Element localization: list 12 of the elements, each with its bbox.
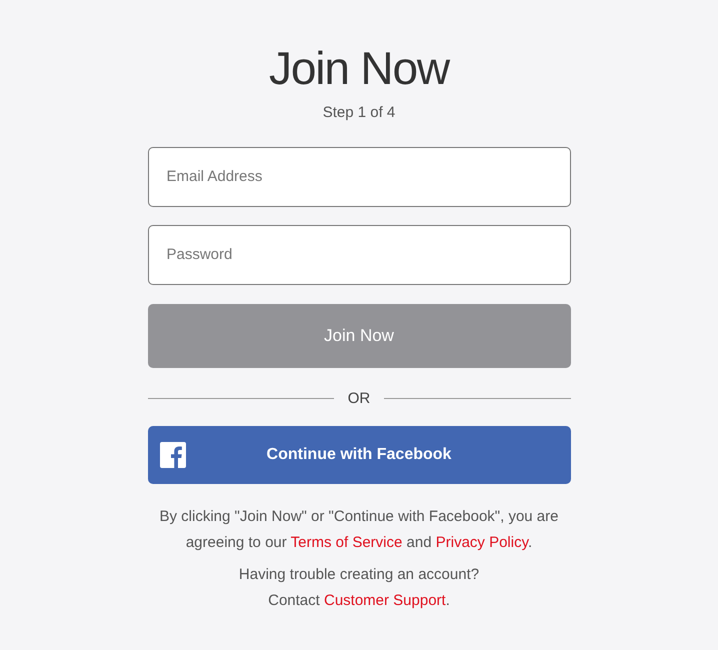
text-link[interactable]: Customer Support	[324, 592, 446, 609]
help-text: Having trouble creating an account? Contact Customer Support.	[238, 565, 480, 611]
facebook-button[interactable]: Continue with Facebook	[148, 426, 570, 484]
input-field[interactable]: Password	[148, 224, 570, 284]
divider-label: OR	[346, 388, 372, 408]
consent-text: By clicking "Join Now" or "Continue with Facebook", you are agreeing to our Terms of Service and Privacy Policy.	[158, 507, 560, 553]
facebook-icon	[160, 442, 186, 468]
input-field[interactable]: Email Address	[148, 146, 570, 206]
text-link[interactable]: Privacy Policy	[436, 534, 528, 551]
text-link[interactable]: Terms of Service	[290, 534, 402, 551]
page-title: Join Now	[269, 41, 449, 96]
step-indicator: Step 1 of 4	[322, 103, 396, 123]
